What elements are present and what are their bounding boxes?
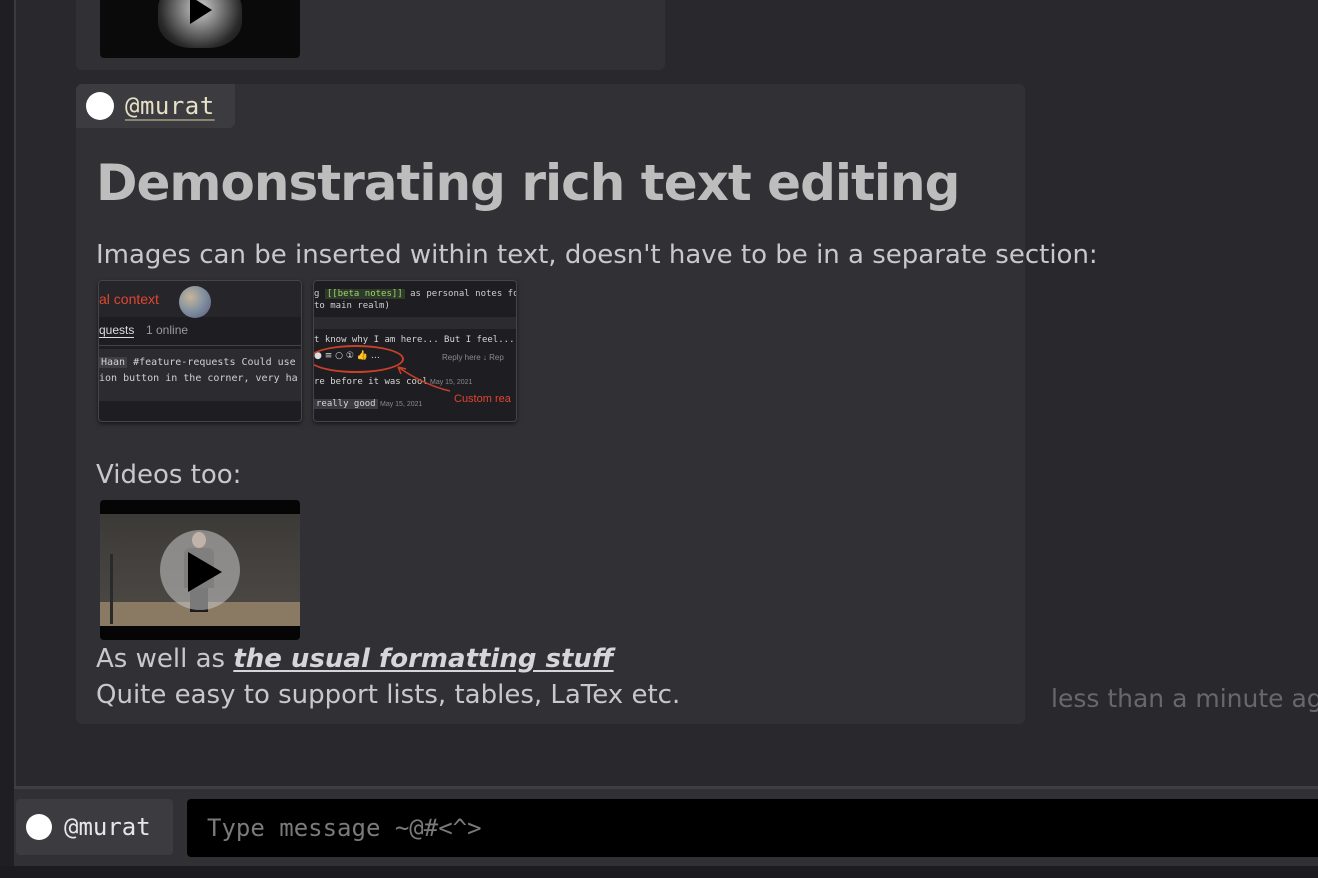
screenshot-row: Haan #feature-requests Could use	[99, 357, 296, 368]
message-timestamp: less than a minute ago	[1051, 684, 1318, 713]
inline-image-2[interactable]: g [[beta notes]] as personal notes for c…	[313, 280, 517, 422]
message-feed[interactable]: @murat Demonstrating rich text editing I…	[16, 0, 1318, 786]
play-icon[interactable]	[190, 0, 212, 24]
video-thumbnail[interactable]	[100, 500, 300, 640]
divider	[99, 345, 301, 346]
screenshot-user: Haan	[99, 357, 128, 368]
formatted-emphasis: the usual formatting stuff	[233, 644, 614, 674]
screenshot-reply-hint: Reply here ↓ Rep	[442, 353, 504, 362]
message-card: @murat Demonstrating rich text editing I…	[76, 84, 1098, 724]
screenshot-tab: quests	[99, 323, 135, 338]
screenshot-text: g	[314, 289, 320, 299]
formatting-prefix: As well as	[96, 644, 234, 674]
screenshot-band	[314, 317, 516, 329]
message-author-chip[interactable]: @murat	[76, 84, 235, 128]
avatar[interactable]	[26, 814, 52, 840]
composer-bar: @murat	[14, 786, 1318, 866]
screenshot-text: as personal notes for c	[410, 289, 516, 299]
screenshot-row: ion button in the corner, very ha	[99, 373, 298, 384]
screenshot-tag: [[beta notes]]	[324, 289, 405, 299]
screenshot-header-line: g [[beta notes]] as personal notes for c	[314, 289, 516, 299]
inline-image-1[interactable]: al context quests 1 online Haan #feature…	[98, 280, 302, 422]
composer-author-chip[interactable]: @murat	[16, 799, 173, 855]
arrow-icon	[397, 366, 451, 392]
previous-video-thumbnail[interactable]	[100, 0, 300, 58]
author-name-link[interactable]: @murat	[125, 92, 215, 120]
screenshot-row: t know why I am here... But I feel.... S	[314, 335, 517, 345]
latex-text: Quite easy to support lists, tables, LaT…	[96, 680, 681, 710]
message-heading: Demonstrating rich text editing	[96, 154, 960, 212]
message-input[interactable]	[187, 799, 1318, 857]
videos-text: Videos too:	[96, 460, 242, 490]
screenshot-text: really good	[314, 399, 378, 409]
composer-author-name: @murat	[64, 813, 151, 841]
highlight-oval	[314, 345, 404, 373]
screenshot-channel: #feature-requests	[133, 357, 236, 368]
screenshot-callout: Custom rea	[454, 393, 511, 405]
screenshot-title: al context	[99, 291, 159, 307]
orb-avatar-icon	[179, 286, 211, 318]
formatting-text: As well as the usual formatting stuff	[96, 644, 614, 674]
play-icon[interactable]	[188, 552, 222, 592]
screenshot-text: Could use	[241, 357, 296, 368]
screenshot-header-line: to main realm)	[314, 301, 390, 311]
left-rail	[0, 0, 16, 866]
avatar[interactable]	[86, 92, 114, 120]
tripod	[110, 554, 127, 624]
footer-strip	[0, 866, 1318, 878]
images-text: Images can be inserted within text, does…	[96, 240, 1098, 270]
screenshot-date: May 15, 2021	[380, 401, 423, 408]
screenshot-row: really good	[314, 399, 378, 409]
previous-message-card	[76, 0, 665, 70]
screenshot-online-count: 1 online	[146, 323, 189, 337]
